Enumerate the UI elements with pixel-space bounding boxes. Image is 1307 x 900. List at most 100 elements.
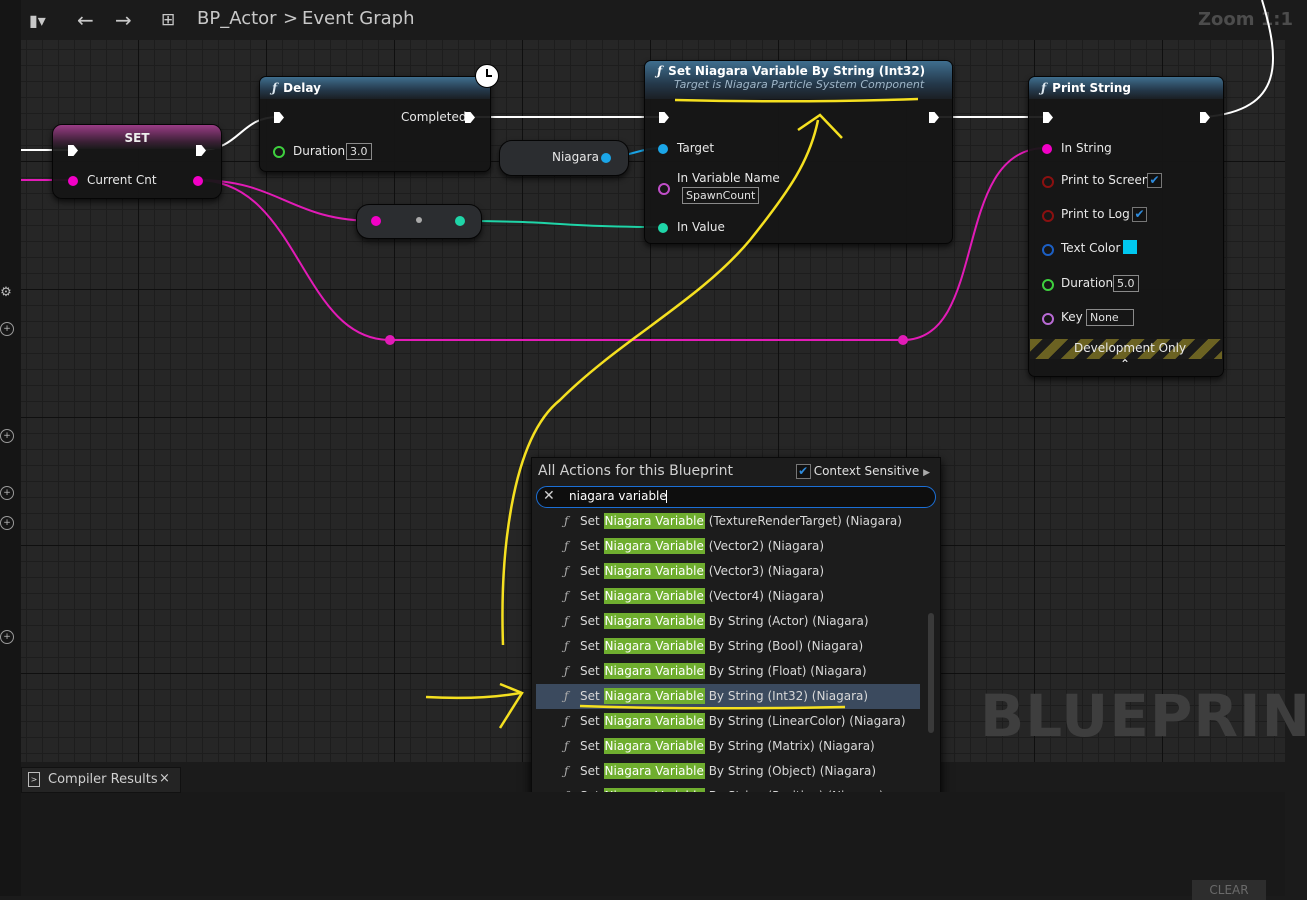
action-prefix: Set	[580, 739, 600, 753]
function-icon: ƒ	[564, 764, 569, 778]
context-sensitive-checkbox[interactable]: ✔	[795, 464, 811, 479]
print-log-checkbox[interactable]: ✔	[1132, 207, 1147, 222]
action-list-item[interactable]: ƒ Set Niagara Variable (Vector3) (Niagara…	[536, 559, 920, 584]
clear-search-icon[interactable]: ✕	[543, 488, 555, 504]
search-field[interactable]: ✕ niagara variable	[536, 486, 936, 508]
exec-in-pin[interactable]	[274, 112, 284, 123]
action-suffix: By String (LinearColor) (Niagara)	[708, 714, 906, 728]
collapse-chevron-icon[interactable]: ⌃	[1120, 357, 1130, 371]
compiler-results-tab[interactable]: > Compiler Results ×	[21, 767, 181, 793]
function-icon: ƒ	[564, 564, 569, 578]
niagara-variable-label: Niagara	[552, 150, 599, 164]
function-icon: ƒ	[564, 739, 569, 753]
current-cnt-in-pin[interactable]	[68, 176, 78, 186]
int-conversion-node[interactable]	[356, 204, 482, 239]
action-list-scrollbar[interactable]	[928, 613, 934, 733]
context-sensitive-label: Context Sensitive	[813, 464, 920, 478]
function-icon: ƒ	[564, 539, 569, 553]
development-only-label: Development Only	[1074, 341, 1187, 355]
delay-node[interactable]: ƒ Delay Completed Duration 3.0	[259, 64, 499, 172]
action-prefix: Set	[580, 589, 600, 603]
variable-name-pin[interactable]	[658, 183, 670, 195]
action-list-item[interactable]: ƒ Set Niagara Variable By String (Object)…	[536, 759, 920, 784]
conversion-in-pin[interactable]	[371, 216, 381, 226]
action-suffix: By String (Actor) (Niagara)	[708, 614, 869, 628]
duration-input[interactable]: 3.0	[346, 143, 372, 160]
print-log-pin[interactable]	[1042, 210, 1054, 222]
duration-input[interactable]: 5.0	[1113, 275, 1139, 292]
key-pin[interactable]	[1042, 313, 1054, 325]
clear-button[interactable]: CLEAR	[1192, 880, 1266, 900]
duration-pin[interactable]	[273, 146, 285, 158]
function-icon: ƒ	[564, 614, 569, 628]
action-match-highlight: Niagara Variable	[603, 738, 705, 754]
action-suffix: (TextureRenderTarget) (Niagara)	[708, 514, 902, 528]
set-node[interactable]: SET Current Cnt	[52, 124, 222, 199]
action-match-highlight: Niagara Variable	[603, 688, 705, 704]
delay-title: Delay	[283, 81, 321, 95]
action-list-item[interactable]: ƒ Set Niagara Variable By String (Actor) …	[536, 609, 920, 634]
action-prefix: Set	[580, 764, 600, 778]
action-list-item[interactable]: ƒ Set Niagara Variable (Vector2) (Niagara…	[536, 534, 920, 559]
action-suffix: By String (Bool) (Niagara)	[708, 639, 864, 653]
action-list-item[interactable]: ƒ Set Niagara Variable By String (Matrix)…	[536, 734, 920, 759]
action-list-item[interactable]: ƒ Set Niagara Variable By String (Bool) (…	[536, 634, 920, 659]
delay-node-header: ƒ Delay	[260, 77, 490, 99]
completed-out-pin[interactable]	[465, 112, 475, 123]
action-list-item[interactable]: ƒ Set Niagara Variable By String (Float) …	[536, 659, 920, 684]
in-string-label: In String	[1061, 141, 1112, 155]
exec-out-pin[interactable]	[929, 112, 939, 123]
current-cnt-out-pin[interactable]	[193, 176, 203, 186]
exec-in-pin[interactable]	[1043, 112, 1053, 123]
key-label: Key	[1061, 310, 1083, 324]
exec-out-pin[interactable]	[1200, 112, 1210, 123]
exec-in-pin[interactable]	[659, 112, 669, 123]
print-log-label: Print to Log	[1061, 207, 1130, 221]
action-list-item[interactable]: ƒ Set Niagara Variable By String (Int32) …	[536, 684, 920, 709]
reroute-node	[898, 335, 908, 345]
function-icon: ƒ	[564, 664, 569, 678]
set-niagara-title: Set Niagara Variable By String (Int32)	[668, 64, 926, 78]
print-string-node[interactable]: ƒ Print String In String Print to Screen …	[1028, 76, 1224, 377]
niagara-out-pin[interactable]	[601, 153, 611, 163]
print-screen-pin[interactable]	[1042, 176, 1054, 188]
print-screen-checkbox[interactable]: ✔	[1147, 173, 1162, 188]
conversion-out-pin[interactable]	[455, 216, 465, 226]
key-input[interactable]: None	[1086, 309, 1134, 326]
variable-name-input[interactable]: SpawnCount	[682, 187, 760, 204]
action-match-highlight: Niagara Variable	[603, 663, 705, 679]
action-match-highlight: Niagara Variable	[603, 563, 705, 579]
action-menu-title: All Actions for this Blueprint	[538, 463, 733, 479]
action-match-highlight: Niagara Variable	[603, 613, 705, 629]
action-prefix: Set	[580, 689, 600, 703]
action-prefix: Set	[580, 614, 600, 628]
set-niagara-variable-node[interactable]: ƒ Set Niagara Variable By String (Int32) …	[644, 60, 953, 244]
action-prefix: Set	[580, 639, 600, 653]
in-value-label: In Value	[677, 220, 725, 234]
action-list-item[interactable]: ƒ Set Niagara Variable By String (LinearC…	[536, 709, 920, 734]
function-icon: ƒ	[564, 639, 569, 653]
niagara-variable-node[interactable]: Niagara	[499, 140, 629, 176]
text-color-swatch[interactable]	[1123, 240, 1137, 254]
search-input[interactable]: niagara variable	[569, 489, 667, 503]
action-list-item[interactable]: ƒ Set Niagara Variable (TextureRenderTarg…	[536, 509, 920, 534]
action-match-highlight: Niagara Variable	[603, 638, 705, 654]
in-value-pin[interactable]	[658, 223, 668, 233]
in-string-pin[interactable]	[1042, 144, 1052, 154]
action-list-item[interactable]: ƒ Set Niagara Variable (Vector4) (Niagara…	[536, 584, 920, 609]
duration-pin[interactable]	[1042, 279, 1054, 291]
function-icon: ƒ	[272, 81, 278, 95]
close-tab-icon[interactable]: ×	[159, 771, 170, 786]
action-match-highlight: Niagara Variable	[603, 588, 705, 604]
reroute-node	[385, 335, 395, 345]
target-pin[interactable]	[658, 144, 668, 154]
set-niagara-subtitle: Target is Niagara Particle System Compon…	[674, 78, 925, 91]
function-icon: ƒ	[657, 64, 663, 78]
action-suffix: By String (Int32) (Niagara)	[708, 689, 869, 703]
context-sensitive-toggle[interactable]: ✔ Context Sensitive ▶	[795, 464, 930, 479]
blueprint-watermark: BLUEPRINT	[980, 682, 1307, 750]
function-icon: ƒ	[564, 689, 569, 703]
text-color-pin[interactable]	[1042, 244, 1054, 256]
completed-label: Completed	[401, 110, 467, 124]
action-match-highlight: Niagara Variable	[603, 513, 705, 529]
